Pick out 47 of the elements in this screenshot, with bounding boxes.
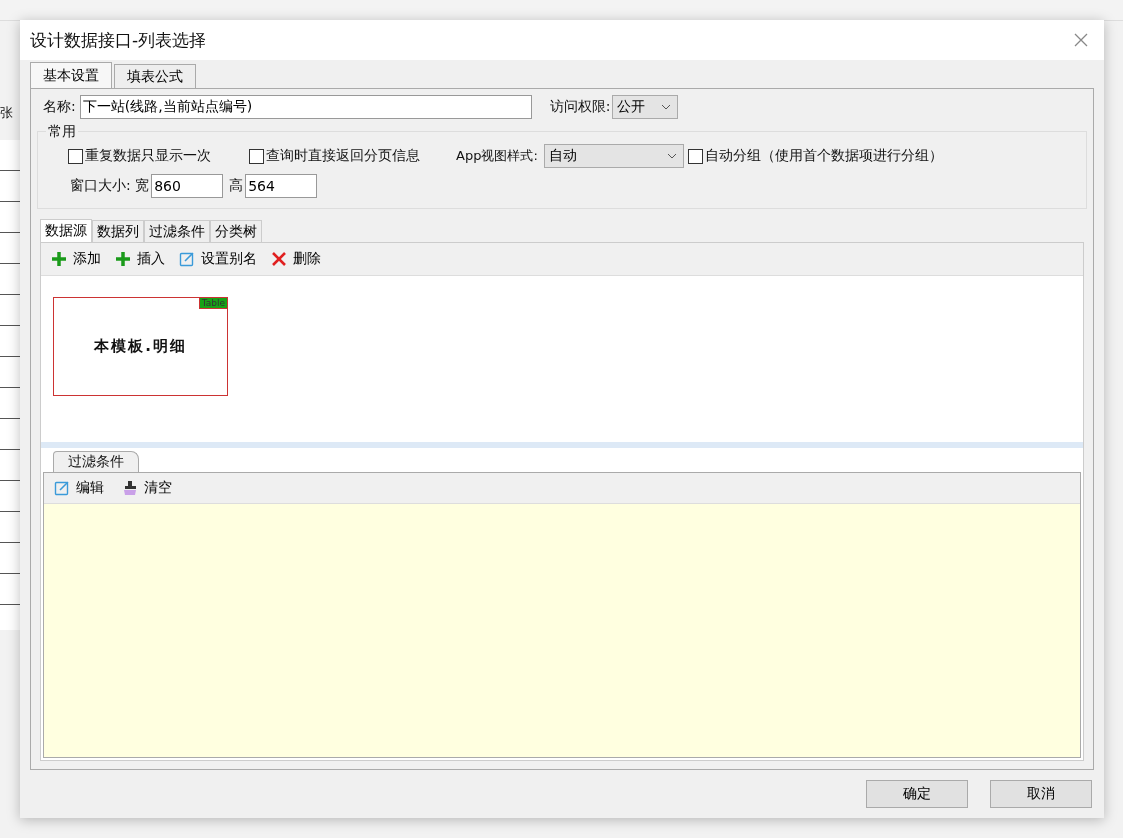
checkbox-option[interactable]: 自动分组（使用首个数据项进行分组） (687, 147, 943, 165)
eraser-icon (122, 480, 138, 496)
app-view-dropdown[interactable]: 自动 (543, 144, 684, 168)
toolbar-button[interactable]: 清空 (122, 479, 172, 497)
delete-icon (271, 251, 287, 267)
tab[interactable]: 填表公式 (114, 64, 196, 88)
plus-icon (51, 251, 67, 267)
window-title: 设计数据接口-列表选择 (30, 28, 207, 52)
ok-button[interactable]: 确定 (866, 780, 968, 808)
name-label: 名称: (43, 98, 76, 116)
tab[interactable]: 分类树 (210, 220, 262, 242)
table-name: 本模板.明细 (94, 337, 187, 356)
tab[interactable]: 基本设置 (30, 62, 112, 88)
table-node[interactable]: Table 本模板.明细 (53, 297, 228, 396)
checkbox[interactable] (687, 148, 703, 164)
access-dropdown[interactable]: 公开 (612, 95, 679, 119)
splitter-handle[interactable] (41, 442, 1083, 448)
height-field[interactable]: 564 (245, 174, 318, 198)
cancel-button[interactable]: 取消 (990, 780, 1092, 808)
tab[interactable]: 数据源 (40, 219, 92, 242)
sheet-label: 张 (0, 104, 13, 122)
plus-icon (115, 251, 131, 267)
checkbox[interactable] (68, 148, 83, 164)
height-label: 高 (229, 177, 244, 195)
group-title: 常用 (46, 123, 78, 141)
name-field[interactable]: 下一站(线路,当前站点编号) (79, 95, 532, 119)
toolbar-button[interactable]: 插入 (115, 250, 165, 268)
toolbar-button[interactable]: 编辑 (54, 479, 104, 497)
access-label: 访问权限: (549, 98, 611, 116)
toolbar-button[interactable]: 删除 (271, 250, 321, 268)
toolbar-button[interactable]: 设置别名 (179, 250, 257, 268)
filter-tab[interactable]: 过滤条件 (53, 451, 139, 472)
tab[interactable]: 数据列 (92, 220, 144, 242)
app-view-label: App视图样式: (456, 147, 538, 165)
checkbox-option[interactable]: 重复数据只显示一次 (68, 147, 211, 165)
close-icon[interactable] (1074, 33, 1088, 47)
checkbox-option[interactable]: 查询时直接返回分页信息 (249, 147, 420, 165)
caret-icon (661, 104, 672, 110)
checkbox[interactable] (249, 148, 264, 164)
width-field[interactable]: 860 (151, 174, 224, 198)
toolbar-button[interactable]: 添加 (51, 250, 101, 268)
caret-icon (666, 153, 677, 159)
table-badge: Table (198, 298, 227, 309)
edit-icon (179, 251, 195, 267)
width-label: 窗口大小: 宽 (70, 177, 150, 195)
tab[interactable]: 过滤条件 (144, 220, 210, 242)
edit-icon (54, 480, 70, 496)
